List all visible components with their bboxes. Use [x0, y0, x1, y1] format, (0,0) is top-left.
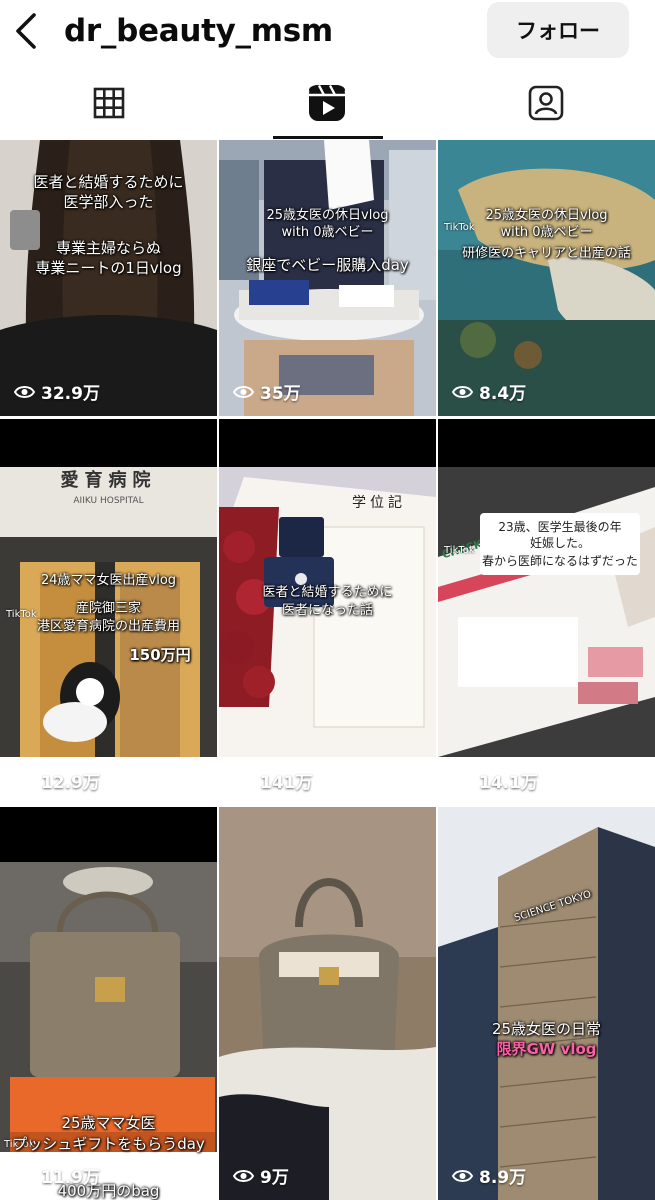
reel-tile[interactable]: TikTok 25歳女医の休日vlog with 0歳ベビー 研修医のキャリアと… — [438, 140, 655, 416]
reel-tile[interactable]: 医者と結婚するために 医学部入った 専業主婦ならぬ 専業ニートの1日vlog 3… — [0, 140, 217, 416]
tab-tagged[interactable] — [437, 66, 655, 140]
view-count: 12.9万 — [14, 768, 100, 793]
overlay-caption: 25歳ママ女医 — [61, 1114, 156, 1132]
eye-icon — [233, 774, 254, 787]
overlay-caption: with 0歳ベビー — [281, 225, 374, 240]
eye-icon — [452, 385, 473, 398]
overlay-caption: プッシュギフトをもらうday — [12, 1135, 205, 1153]
overlay-caption: 産院御三家 — [75, 601, 141, 616]
overlay-caption: 妊娠した。 — [529, 536, 590, 550]
overlay-caption: 研修医のキャリアと出産の話 — [462, 246, 631, 261]
reel-tile[interactable]: 学位記 医者と結婚するために 医者になった話 141万 — [219, 419, 436, 805]
view-count: 9万 — [233, 1163, 289, 1188]
view-count-text: 8.9万 — [479, 1168, 527, 1188]
reels-grid: 医者と結婚するために 医学部入った 専業主婦ならぬ 専業ニートの1日vlog 3… — [0, 140, 655, 1200]
reel-thumbnail — [219, 807, 436, 1200]
view-count-text: 141万 — [260, 773, 313, 793]
view-count-text: 11.9万 — [41, 1168, 100, 1188]
view-count: 141万 — [233, 768, 313, 793]
view-count: 14.1万 — [452, 768, 538, 793]
view-count-text: 8.4万 — [479, 384, 527, 404]
reel-tile[interactable]: SCIENCE TOKYO 25歳女医の日常 限界GW vlog 8.9万 — [438, 807, 655, 1200]
overlay-caption: with 0歳ベビー — [500, 225, 593, 240]
overlay-caption: 限界GW vlog — [496, 1040, 597, 1058]
sign-subtext: AIIKU HOSPITAL — [73, 496, 144, 506]
view-count: 32.9万 — [14, 379, 100, 404]
overlay-caption: 専業ニートの1日vlog — [35, 259, 182, 277]
overlay-caption: 24歳ママ女医出産vlog — [40, 573, 177, 588]
reel-tile[interactable]: 愛育病院 AIIKU HOSPITAL TikTok 24歳ママ女医出産vlog… — [0, 419, 217, 805]
eye-icon — [233, 1169, 254, 1182]
reel-thumbnail — [438, 467, 655, 757]
eye-icon — [14, 1169, 35, 1182]
eye-icon — [452, 774, 473, 787]
profile-tabs — [0, 66, 655, 140]
profile-username: dr_beauty_msm — [64, 13, 333, 49]
overlay-caption: 25歳女医の休日vlog — [266, 208, 389, 223]
tab-reels[interactable] — [218, 66, 436, 140]
follow-button[interactable]: フォロー — [487, 2, 629, 58]
active-tab-indicator — [273, 136, 383, 139]
view-count-text: 35万 — [260, 384, 301, 404]
document-title: 学位記 — [352, 495, 406, 511]
overlay-caption: 23歳、医学生最後の年 — [498, 520, 622, 534]
tab-posts[interactable] — [0, 66, 218, 140]
reel-tile[interactable]: 25歳女医の休日vlog with 0歳ベビー 銀座でベビー服購入day 35万 — [219, 140, 436, 416]
reel-thumbnail — [438, 807, 655, 1200]
overlay-caption: 専業主婦ならぬ — [55, 239, 161, 257]
reel-tile[interactable]: 9万 — [219, 807, 436, 1200]
sign-text: 愛育病院 — [60, 470, 157, 491]
profile-header: dr_beauty_msm フォロー — [0, 0, 655, 62]
chevron-left-icon — [16, 13, 36, 49]
tiktok-watermark: TikTok — [444, 545, 475, 556]
overlay-caption: 医者と結婚するために — [33, 173, 184, 191]
overlay-caption: 150万円 — [129, 646, 191, 664]
eye-icon — [14, 774, 35, 787]
eye-icon — [233, 385, 254, 398]
reel-thumbnail — [438, 140, 655, 416]
view-count-text: 12.9万 — [41, 773, 100, 793]
reel-thumbnail — [219, 140, 436, 416]
view-count: 8.9万 — [452, 1163, 526, 1188]
reel-tile[interactable]: CHECK ONE FAST TikTok 23歳、医学生最後の年 妊娠した。 … — [438, 419, 655, 805]
reel-tile[interactable]: TikTok 25歳ママ女医 プッシュギフトをもらうday 400万円のbag … — [0, 807, 217, 1200]
reel-thumbnail — [0, 862, 217, 1152]
grid-icon — [93, 87, 125, 119]
view-count-text: 14.1万 — [479, 773, 538, 793]
reels-icon — [309, 84, 345, 121]
view-count: 8.4万 — [452, 379, 526, 404]
view-count-text: 32.9万 — [41, 384, 100, 404]
view-count: 11.9万 — [14, 1163, 100, 1188]
eye-icon — [14, 385, 35, 398]
overlay-caption: 医者と結婚するために — [262, 585, 393, 600]
view-count: 35万 — [233, 379, 301, 404]
overlay-caption: 医学部入った — [63, 193, 154, 211]
overlay-caption: 25歳女医の休日vlog — [485, 208, 608, 223]
view-count-text: 9万 — [260, 1168, 289, 1188]
eye-icon — [452, 1169, 473, 1182]
back-button[interactable] — [10, 9, 44, 53]
overlay-caption: 25歳女医の日常 — [491, 1020, 602, 1038]
overlay-caption: 医者になった話 — [281, 603, 373, 618]
tagged-person-icon — [528, 85, 564, 121]
overlay-caption: 春から医師になるはずだった — [482, 554, 638, 568]
overlay-caption: 銀座でベビー服購入day — [246, 256, 409, 274]
overlay-caption: 港区愛育病院の出産費用 — [36, 619, 180, 634]
